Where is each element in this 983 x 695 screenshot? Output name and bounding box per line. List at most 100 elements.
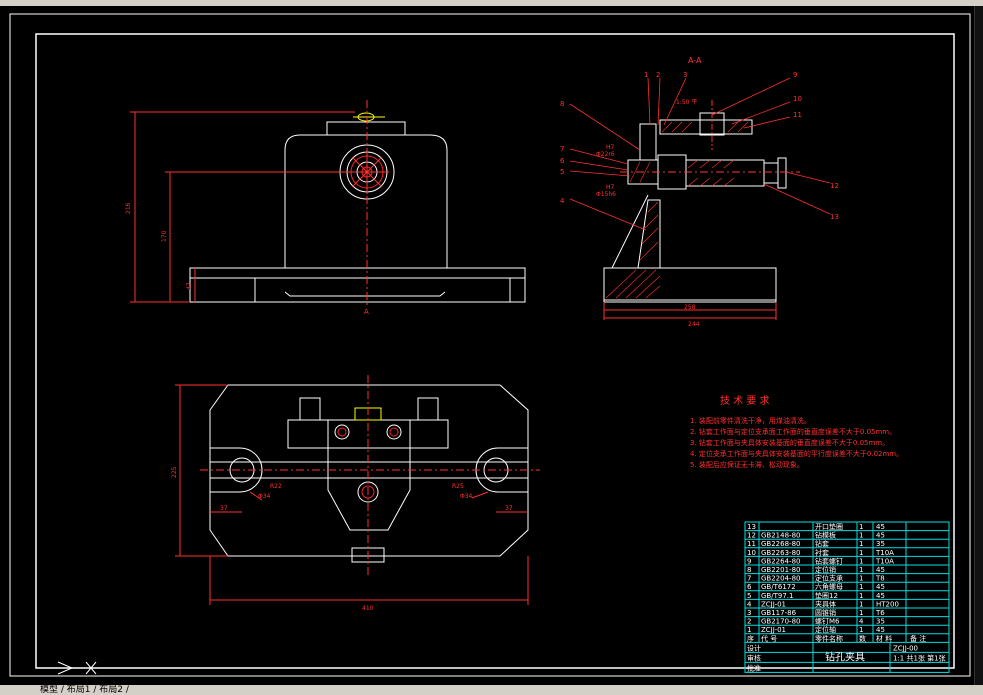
balloon-9: 9 — [793, 71, 797, 79]
bom-header-name: 零件名称 — [815, 634, 843, 643]
bom-cell-no: 3 — [747, 609, 751, 617]
tech-item-3: 3. 钻套工作面与夹具体安装基面的垂直度误差不大于0.05mm。 — [690, 438, 889, 447]
bom-cell-qty: 1 — [859, 566, 863, 574]
bom-cell-code: GB2264-80 — [761, 557, 800, 565]
fit-1: H7 — [606, 144, 615, 151]
bom-cell-name: 开口垫圈 — [815, 522, 843, 531]
dim-d34-right: Φ34 — [460, 493, 473, 500]
dim-side-width-outer: 244 — [688, 321, 700, 328]
front-view: 216 170 47 A — [125, 100, 526, 316]
bom-cell-mat: 45 — [876, 583, 885, 591]
balloon-11: 11 — [793, 111, 802, 119]
bom-cell-mat: 35 — [876, 618, 885, 626]
bom-cell-code: GB/T6172 — [761, 583, 796, 591]
title-drawing-no: ZCJJ-00 — [893, 644, 918, 652]
dim-front-height-hole: 170 — [161, 230, 168, 242]
section-label: A-A — [688, 56, 702, 65]
bom-header-note: 备 注 — [910, 634, 926, 643]
bom-cell-no: 13 — [747, 523, 756, 531]
dim-top-depth: 225 — [171, 466, 178, 478]
tech-title: 技 术 要 求 — [720, 394, 770, 407]
tech-item-1: 1. 装配前零件清洗干净，用煤油清洗。 — [690, 416, 811, 425]
bom-cell-no: 7 — [747, 575, 751, 583]
bom-cell-code: GB2268-80 — [761, 540, 800, 548]
layout-tabs-text[interactable]: 模型 / 布局1 / 布局2 / — [40, 685, 129, 695]
bom-cell-mat: 45 — [876, 523, 885, 531]
bom-cell-name: 定位轴 — [815, 625, 836, 634]
bom-cell-code: GB117-86 — [761, 609, 797, 617]
dim-r25: R25 — [452, 483, 464, 490]
bom-cell-code: ZCJJ-01 — [761, 626, 786, 634]
bom-cell-code: GB2263-80 — [761, 549, 800, 557]
title-check: 审核 — [747, 653, 761, 662]
bom-cell-qty: 4 — [859, 618, 864, 626]
bom-cell-code: GB2201-80 — [761, 566, 800, 574]
dim-slot-right: 37 — [505, 505, 513, 512]
tech-item-4: 4. 定位支承工作面与夹具体安装基面的平行度误差不大于0.02mm。 — [690, 449, 903, 458]
bom-cell-no: 8 — [747, 566, 751, 574]
balloon-7: 7 — [560, 145, 564, 153]
bom-cell-qty: 1 — [859, 575, 863, 583]
bom-cell-qty: 1 — [859, 540, 863, 548]
bom-cell-no: 2 — [747, 618, 751, 626]
dim-r22: R22 — [270, 483, 282, 490]
bom-cell-mat: T6 — [875, 609, 885, 617]
bom-cell-name: 圆锥销 — [815, 608, 836, 617]
bom-cell-no: 6 — [747, 583, 752, 591]
title-name: 钻孔夹具 — [825, 650, 865, 663]
title-design: 设计 — [747, 643, 761, 652]
bom-header-qty: 数 — [859, 634, 866, 643]
balloon-2: 2 — [656, 71, 660, 79]
balloon-1: 1 — [644, 71, 648, 79]
tech-requirements: 技 术 要 求 1. 装配前零件清洗干净，用煤油清洗。 2. 钻套工作面与定位支… — [690, 394, 903, 469]
bom-cell-name: 夹具体 — [815, 599, 836, 608]
balloon-8: 8 — [560, 100, 564, 108]
bom-cell-name: 定位支承 — [815, 574, 843, 583]
bom-cell-qty: 1 — [859, 549, 863, 557]
bom-cell-qty: 1 — [859, 583, 863, 591]
tech-item-2: 2. 钻套工作面与定位支承面工作面的垂直度误差不大于0.05mm。 — [690, 427, 896, 436]
top-view: 225 410 37 37 R22 Φ34 R25 Φ34 — [171, 375, 540, 612]
balloon-10: 10 — [793, 95, 802, 103]
bom-cell-mat: 45 — [876, 566, 885, 574]
title-scale: 1:1 共1张 第1张 — [893, 653, 946, 662]
bom-cell-mat: T8 — [875, 575, 885, 583]
bom-cell-mat: 45 — [876, 626, 885, 634]
title-approve: 批准 — [747, 663, 761, 672]
bom-cell-no: 12 — [747, 532, 756, 540]
bom-cell-mat: 45 — [876, 532, 885, 540]
bom-cell-qty: 1 — [859, 609, 863, 617]
bom-header-mat: 材 料 — [876, 634, 892, 643]
dim-front-height-base: 47 — [186, 282, 193, 290]
drawing-canvas: 216 170 47 A A-A 258 244 H7 Φ22r6 H7 Φ15… — [9, 13, 971, 677]
bom-cell-qty: 1 — [859, 592, 863, 600]
dim-front-height-total: 216 — [125, 202, 132, 214]
bom-cell-qty: 1 — [859, 600, 863, 608]
bom-cell-qty: 1 — [859, 557, 863, 565]
bom-cell-code: GB/T97.1 — [761, 592, 793, 600]
bom-cell-no: 1 — [747, 626, 751, 634]
bom-table: 13 开口垫圈 1 4512 GB2148-80 钻模板 1 4511 GB2268-80 钻套 1… — [744, 521, 950, 673]
bom-header-code: 代 号 — [761, 634, 777, 643]
layout-tabs[interactable]: 模型 / 布局1 / 布局2 / — [0, 685, 983, 695]
balloon-6: 6 — [560, 157, 565, 165]
balloon-5: 5 — [560, 168, 564, 176]
bom-cell-no: 4 — [747, 600, 752, 608]
fit-2: H7 — [606, 184, 615, 191]
balloon-3: 3 — [683, 71, 687, 79]
bom-cell-name: 定位销 — [815, 565, 836, 574]
bom-cell-no: 5 — [747, 592, 751, 600]
bom-cell-mat: T10A — [875, 549, 894, 557]
bom-cell-name: 钻套螺钉 — [815, 556, 843, 565]
section-view: A-A 258 244 H7 Φ22r6 H7 Φ15h6 1:50 平 1 2… — [560, 56, 839, 328]
bom-cell-code: GB2204-80 — [761, 575, 800, 583]
fit-1b: Φ22r6 — [596, 151, 615, 158]
balloon-12: 12 — [830, 182, 839, 190]
dim-top-width: 410 — [362, 605, 374, 612]
dim-slot-left: 37 — [220, 505, 228, 512]
bom-cell-mat: T10A — [875, 557, 894, 565]
bom-cell-name: 钻套 — [815, 539, 829, 548]
bom-cell-qty: 1 — [859, 626, 863, 634]
balloon-4: 4 — [560, 197, 565, 205]
tech-item-5: 5. 装配后应保证无卡滞、松动现象。 — [690, 460, 804, 469]
